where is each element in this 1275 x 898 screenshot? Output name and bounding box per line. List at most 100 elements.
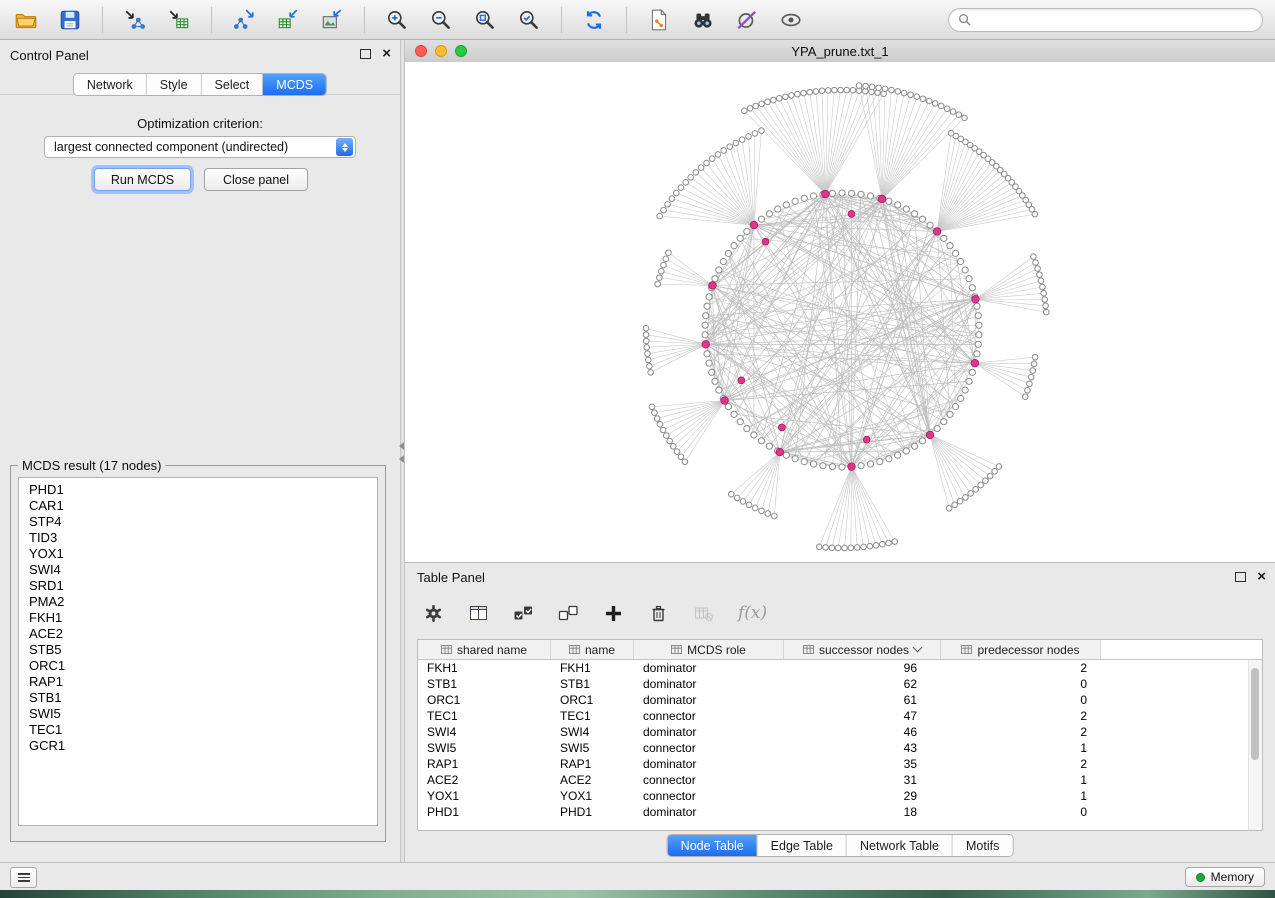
- table-cell[interactable]: dominator: [634, 724, 784, 740]
- result-item[interactable]: ORC1: [19, 658, 377, 674]
- hide-graphics-button[interactable]: [733, 6, 761, 34]
- column-header[interactable]: MCDS role: [634, 640, 784, 659]
- table-cell[interactable]: ACE2: [418, 772, 551, 788]
- table-cell[interactable]: dominator: [634, 804, 784, 820]
- table-cell[interactable]: 18: [784, 804, 941, 820]
- unselect-all-button[interactable]: [558, 603, 579, 624]
- import-network-button[interactable]: [121, 6, 149, 34]
- table-cell[interactable]: connector: [634, 772, 784, 788]
- table-cell[interactable]: ACE2: [551, 772, 634, 788]
- table-cell[interactable]: ORC1: [551, 692, 634, 708]
- zoom-in-button[interactable]: [383, 6, 411, 34]
- memory-button[interactable]: Memory: [1185, 867, 1265, 887]
- result-item[interactable]: GCR1: [19, 738, 377, 754]
- table-cell[interactable]: TEC1: [418, 708, 551, 724]
- zoom-selected-button[interactable]: [515, 6, 543, 34]
- tab-style[interactable]: Style: [147, 74, 202, 95]
- save-session-button[interactable]: [56, 6, 84, 34]
- table-cell[interactable]: 1: [941, 740, 1101, 756]
- splitter-collapse-icon[interactable]: [399, 442, 404, 463]
- close-panel-button[interactable]: Close panel: [204, 168, 308, 191]
- float-window-icon[interactable]: [360, 49, 371, 59]
- result-item[interactable]: ACE2: [19, 626, 377, 642]
- table-row[interactable]: SWI5SWI5connector431: [418, 740, 1262, 756]
- table-row[interactable]: ORC1ORC1dominator610: [418, 692, 1262, 708]
- tab-network-table[interactable]: Network Table: [847, 835, 953, 856]
- table-cell[interactable]: 2: [941, 660, 1101, 676]
- table-cell[interactable]: 2: [941, 756, 1101, 772]
- show-graphics-button[interactable]: [777, 6, 805, 34]
- table-cell[interactable]: FKH1: [551, 660, 634, 676]
- table-cell[interactable]: YOX1: [418, 788, 551, 804]
- table-row[interactable]: YOX1YOX1connector291: [418, 788, 1262, 804]
- table-cell[interactable]: 35: [784, 756, 941, 772]
- result-item[interactable]: STB1: [19, 690, 377, 706]
- table-cell[interactable]: 96: [784, 660, 941, 676]
- table-row[interactable]: TEC1TEC1connector472: [418, 708, 1262, 724]
- table-cell[interactable]: ORC1: [418, 692, 551, 708]
- table-cell[interactable]: 1: [941, 788, 1101, 804]
- table-row[interactable]: FKH1FKH1dominator962: [418, 660, 1262, 676]
- result-item[interactable]: SWI5: [19, 706, 377, 722]
- tab-network[interactable]: Network: [74, 74, 147, 95]
- zoom-out-button[interactable]: [427, 6, 455, 34]
- tab-mcds[interactable]: MCDS: [263, 74, 326, 95]
- table-cell[interactable]: connector: [634, 740, 784, 756]
- table-cell[interactable]: dominator: [634, 692, 784, 708]
- tab-edge-table[interactable]: Edge Table: [758, 835, 847, 856]
- result-item[interactable]: SRD1: [19, 578, 377, 594]
- network-canvas[interactable]: [405, 62, 1275, 562]
- result-item[interactable]: TEC1: [19, 722, 377, 738]
- run-mcds-button[interactable]: Run MCDS: [94, 168, 191, 191]
- result-item[interactable]: RAP1: [19, 674, 377, 690]
- table-cell[interactable]: SWI4: [418, 724, 551, 740]
- column-header[interactable]: successor nodes: [784, 640, 941, 659]
- zoom-fit-button[interactable]: [471, 6, 499, 34]
- export-network-button[interactable]: [230, 6, 258, 34]
- table-cell[interactable]: RAP1: [551, 756, 634, 772]
- table-cell[interactable]: 0: [941, 692, 1101, 708]
- column-header[interactable]: predecessor nodes: [941, 640, 1101, 659]
- table-cell[interactable]: SWI5: [418, 740, 551, 756]
- table-row[interactable]: SWI4SWI4dominator462: [418, 724, 1262, 740]
- result-item[interactable]: STB5: [19, 642, 377, 658]
- table-cell[interactable]: dominator: [634, 676, 784, 692]
- result-item[interactable]: FKH1: [19, 610, 377, 626]
- criterion-select[interactable]: largest connected component (undirected): [44, 136, 356, 158]
- close-panel-icon[interactable]: ×: [382, 48, 391, 59]
- network-file-button[interactable]: [645, 6, 673, 34]
- result-item[interactable]: PMA2: [19, 594, 377, 610]
- open-session-button[interactable]: [12, 6, 40, 34]
- function-builder-button[interactable]: f(x): [738, 603, 767, 623]
- table-cell[interactable]: connector: [634, 788, 784, 804]
- result-item[interactable]: SWI4: [19, 562, 377, 578]
- tab-select[interactable]: Select: [202, 74, 264, 95]
- table-cell[interactable]: SWI5: [551, 740, 634, 756]
- table-cell[interactable]: YOX1: [551, 788, 634, 804]
- delete-row-button[interactable]: [648, 603, 669, 624]
- table-cell[interactable]: PHD1: [551, 804, 634, 820]
- split-columns-button[interactable]: [468, 603, 489, 624]
- table-cell[interactable]: 46: [784, 724, 941, 740]
- tab-node-table[interactable]: Node Table: [668, 835, 758, 856]
- table-row[interactable]: PHD1PHD1dominator180: [418, 804, 1262, 820]
- float-window-icon[interactable]: [1235, 572, 1246, 582]
- table-row[interactable]: RAP1RAP1dominator352: [418, 756, 1262, 772]
- table-row[interactable]: ACE2ACE2connector311: [418, 772, 1262, 788]
- table-cell[interactable]: 0: [941, 804, 1101, 820]
- table-cell[interactable]: 47: [784, 708, 941, 724]
- export-table-button[interactable]: [274, 6, 302, 34]
- table-settings-button[interactable]: [423, 603, 444, 624]
- result-item[interactable]: CAR1: [19, 498, 377, 514]
- table-cell[interactable]: 61: [784, 692, 941, 708]
- table-cell[interactable]: 2: [941, 708, 1101, 724]
- table-cell[interactable]: SWI4: [551, 724, 634, 740]
- table-cell[interactable]: 31: [784, 772, 941, 788]
- mcds-result-list[interactable]: PHD1CAR1STP4TID3YOX1SWI4SRD1PMA2FKH1ACE2…: [18, 477, 378, 826]
- add-row-button[interactable]: [603, 603, 624, 624]
- first-neighbors-button[interactable]: [689, 6, 717, 34]
- table-cell[interactable]: TEC1: [551, 708, 634, 724]
- panel-menu-button[interactable]: [10, 867, 37, 888]
- table-cell[interactable]: PHD1: [418, 804, 551, 820]
- table-cell[interactable]: STB1: [551, 676, 634, 692]
